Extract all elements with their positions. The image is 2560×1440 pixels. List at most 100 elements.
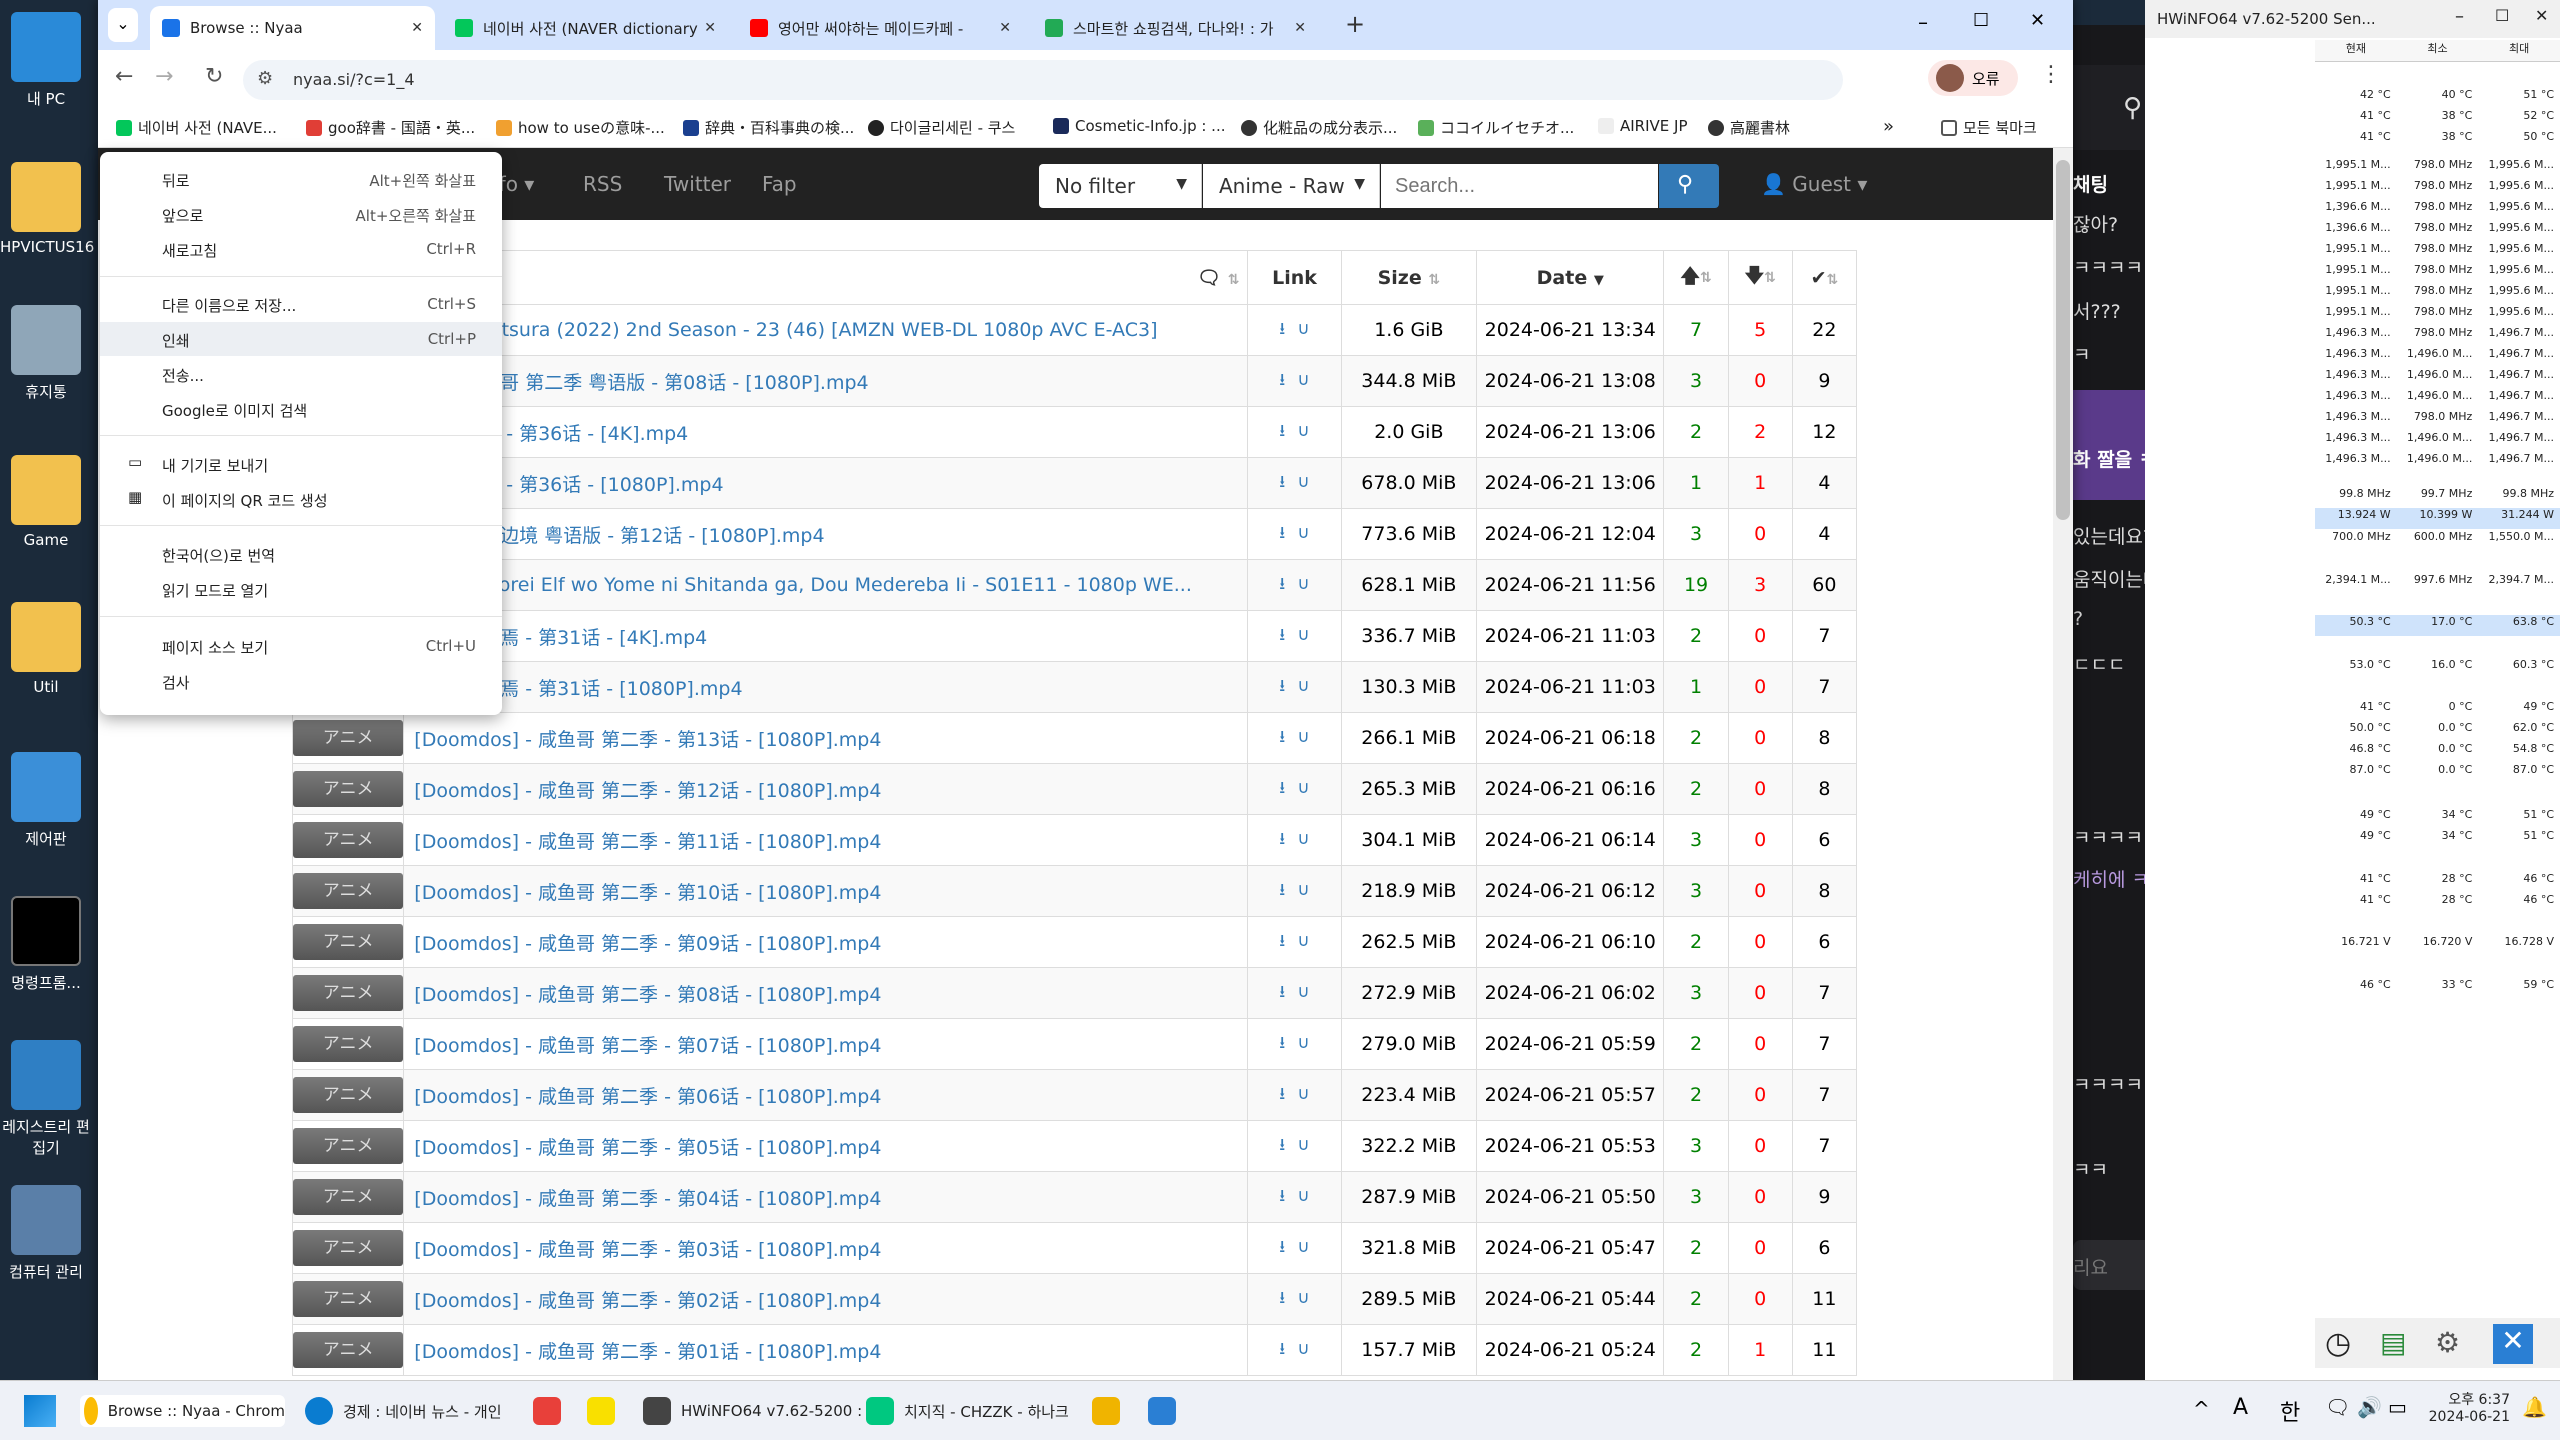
download-icon[interactable]: ⭳ [1279, 778, 1285, 798]
torrent-name[interactable]: [Doomdos] - 咸鱼哥 第二季 - 第09话 - [1080P].mp4 [403, 916, 1249, 968]
chevron-up-icon[interactable]: ^ [2193, 1397, 2210, 1421]
hwinfo-sensor-row[interactable]: 46.8 °C 0.0 °C 54.8 °C [2315, 742, 2560, 763]
hwinfo-sensor-row[interactable]: 53.0 °C 16.0 °C 60.3 °C [2315, 658, 2560, 679]
category-thumbnail[interactable]: アニメ [293, 1281, 404, 1317]
torrent-name[interactable]: [Doomdos] - 咸鱼哥 第二季 - 第10话 - [1080P].mp4 [403, 865, 1249, 917]
category-thumbnail[interactable]: アニメ [293, 1230, 404, 1266]
desktop-icon-control-panel[interactable]: 제어판 [0, 752, 92, 849]
hwinfo-sensor-row[interactable]: 1,396.6 M... 798.0 MHz 1,995.6 M... [2315, 221, 2560, 242]
download-icon[interactable]: ⭳ [1279, 1084, 1285, 1104]
header-date[interactable]: Date ▼ [1476, 250, 1665, 305]
category-cell[interactable]: アニメ [291, 712, 405, 764]
magnet-icon[interactable]: ∪ [1297, 1084, 1309, 1104]
torrent-name[interactable]: [Doomdos] - 咸鱼哥 第二季 - 第01话 - [1080P].mp4 [403, 1324, 1249, 1376]
close-tab-icon[interactable]: ✕ [1294, 20, 1306, 36]
hwinfo-sensor-row[interactable]: 1,995.1 M... 798.0 MHz 1,995.6 M... [2315, 242, 2560, 263]
settings-icon[interactable]: ⚙ [2435, 1326, 2460, 1359]
download-icon[interactable]: ⭳ [1279, 472, 1285, 492]
category-cell[interactable]: アニメ [291, 763, 405, 815]
torrent-name[interactable]: [Doomdos] - 咸鱼哥 第二季 - 第02话 - [1080P].mp4 [403, 1273, 1249, 1325]
hwinfo-sensor-row[interactable]: 50.3 °C 17.0 °C 63.8 °C [2315, 615, 2560, 636]
close-sensors-icon[interactable]: ✕ [2493, 1324, 2533, 1364]
battery-icon[interactable]: ▭ [2388, 1395, 2407, 1419]
torrent-name[interactable]: [Doomdos] - 咸鱼哥 第二季 - 第12话 - [1080P].mp4 [403, 763, 1249, 815]
hwinfo-sensor-row[interactable]: 700.0 MHz 600.0 MHz 1,550.0 M... [2315, 530, 2560, 551]
tab-nyaa[interactable]: Browse :: Nyaa ✕ [150, 6, 435, 50]
category-thumbnail[interactable]: アニメ [293, 873, 404, 909]
header-seeders[interactable]: 🡅⇅ [1663, 250, 1729, 305]
close-window-icon[interactable]: ✕ [2030, 10, 2045, 31]
category-thumbnail[interactable]: アニメ [293, 771, 404, 807]
bookmark-item[interactable]: 辞典・百科事典の検... [683, 117, 854, 138]
bookmark-item[interactable]: AIRIVE JP [1598, 117, 1688, 135]
download-icon[interactable]: ⭳ [1279, 982, 1285, 1002]
taskbar-app-chzzk[interactable]: 치지직 - CHZZK - 하나크 [866, 1395, 1069, 1427]
ime-indicator[interactable]: 한 [2280, 1395, 2300, 1427]
nav-fap[interactable]: Fap [762, 172, 797, 196]
magnet-icon[interactable]: ∪ [1297, 1033, 1309, 1053]
download-icon[interactable]: ⭳ [1279, 1186, 1285, 1206]
maximize-icon[interactable]: ☐ [1973, 10, 1989, 31]
minimize-icon[interactable]: – [1918, 10, 1928, 34]
close-icon[interactable]: ✕ [2535, 6, 2548, 25]
desktop-icon-regedit[interactable]: 레지스트리 편집기 [0, 1040, 92, 1158]
clock[interactable]: 오후 6:37 2024-06-21 [2420, 1389, 2510, 1425]
download-icon[interactable]: ⭳ [1279, 421, 1285, 441]
torrent-name[interactable]: Ore ga Dorei Elf wo Yome ni Shitanda ga,… [403, 559, 1249, 611]
desktop-icon-util[interactable]: Util [0, 602, 92, 696]
menu-item-inspect[interactable]: 검사 [100, 664, 502, 698]
tab-youtube[interactable]: 영어만 써야하는 메이드카페 - ✕ [738, 6, 1023, 50]
torrent-name[interactable]: os] - 咸鱼哥 第二季 粤语版 - 第08话 - [1080P].mp4 [403, 355, 1249, 407]
bookmark-item[interactable]: 高麗書林 [1708, 117, 1790, 138]
download-icon[interactable]: ⭳ [1279, 523, 1285, 543]
category-thumbnail[interactable]: アニメ [293, 1179, 404, 1215]
magnet-icon[interactable]: ∪ [1297, 1339, 1309, 1359]
tab-naver-dictionary[interactable]: 네이버 사전 (NAVER dictionary ✕ [443, 6, 728, 50]
download-icon[interactable]: ⭳ [1279, 1339, 1285, 1359]
category-thumbnail[interactable]: アニメ [293, 924, 404, 960]
magnet-icon[interactable]: ∪ [1297, 472, 1309, 492]
magnet-icon[interactable]: ∪ [1297, 676, 1309, 696]
hwinfo-sensor-row[interactable]: 41 °C 38 °C 50 °C [2315, 130, 2560, 151]
torrent-name[interactable]: [Doomdos] - 咸鱼哥 第二季 - 第04话 - [1080P].mp4 [403, 1171, 1249, 1223]
address-bar[interactable]: ⚙ nyaa.si/?c=1_4 [243, 60, 1843, 100]
hwinfo-sensor-row[interactable]: 1,995.1 M... 798.0 MHz 1,995.6 M... [2315, 284, 2560, 305]
header-comments[interactable]: 🗨 ⇅ [403, 250, 1249, 305]
menu-item-translate[interactable]: 한국어(으)로 번역 [100, 537, 502, 571]
hwinfo-sensor-row[interactable]: 41 °C 38 °C 52 °C [2315, 109, 2560, 130]
magnet-icon[interactable]: ∪ [1297, 1237, 1309, 1257]
hwinfo-sensor-row[interactable]: 2,394.1 M... 997.6 MHz 2,394.7 M... [2315, 573, 2560, 594]
category-cell[interactable]: アニメ [291, 814, 405, 866]
download-icon[interactable]: ⭳ [1279, 931, 1285, 951]
bookmark-item[interactable]: 다이글리세린 - 쿠스 [868, 117, 1015, 138]
category-cell[interactable]: アニメ [291, 1018, 405, 1070]
hwinfo-sensor-row[interactable]: 41 °C 28 °C 46 °C [2315, 872, 2560, 893]
search-input[interactable] [1381, 164, 1658, 208]
hwinfo-sensor-row[interactable]: 1,496.3 M... 798.0 MHz 1,496.7 M... [2315, 410, 2560, 431]
desktop-icon-cmd[interactable]: 명령프롬... [0, 896, 92, 993]
category-cell[interactable]: アニメ [291, 967, 405, 1019]
torrent-name[interactable]: [Doomdos] - 咸鱼哥 第二季 - 第05话 - [1080P].mp4 [403, 1120, 1249, 1172]
chat-tray-icon[interactable]: 🗨 [2325, 1395, 2350, 1419]
maximize-icon[interactable]: ☐ [2495, 6, 2509, 25]
magnet-icon[interactable]: ∪ [1297, 1135, 1309, 1155]
bookmark-item[interactable]: Cosmetic-Info.jp : ... [1053, 117, 1226, 135]
category-cell[interactable]: アニメ [291, 1222, 405, 1274]
download-icon[interactable]: ⭳ [1279, 1033, 1285, 1053]
new-tab-icon[interactable]: + [1345, 10, 1365, 38]
report-icon[interactable]: ▤ [2380, 1326, 2406, 1359]
hwinfo-sensor-row[interactable]: 1,496.3 M... 798.0 MHz 1,496.7 M... [2315, 326, 2560, 347]
torrent-name[interactable]: [Doomdos] - 咸鱼哥 第二季 - 第08话 - [1080P].mp4 [403, 967, 1249, 1019]
torrent-name[interactable]: Urusei Yatsura (2022) 2nd Season - 23 (4… [403, 304, 1249, 356]
header-leechers[interactable]: 🡇⇅ [1727, 250, 1793, 305]
hwinfo-sensor-row[interactable]: 1,995.1 M... 798.0 MHz 1,995.6 M... [2315, 305, 2560, 326]
torrent-name[interactable]: [Doomdos] - 咸鱼哥 第二季 - 第13话 - [1080P].mp4 [403, 712, 1249, 764]
menu-item-reading-mode[interactable]: 읽기 모드로 열기 [100, 572, 502, 606]
menu-item-save-as[interactable]: 다른 이름으로 저장... Ctrl+S [100, 287, 502, 321]
nav-rss[interactable]: RSS [583, 172, 622, 196]
download-icon[interactable]: ⭳ [1279, 829, 1285, 849]
download-icon[interactable]: ⭳ [1279, 1135, 1285, 1155]
download-icon[interactable]: ⭳ [1279, 574, 1285, 594]
magnet-icon[interactable]: ∪ [1297, 319, 1309, 339]
desktop-icon-my-pc[interactable]: 내 PC [0, 12, 92, 109]
